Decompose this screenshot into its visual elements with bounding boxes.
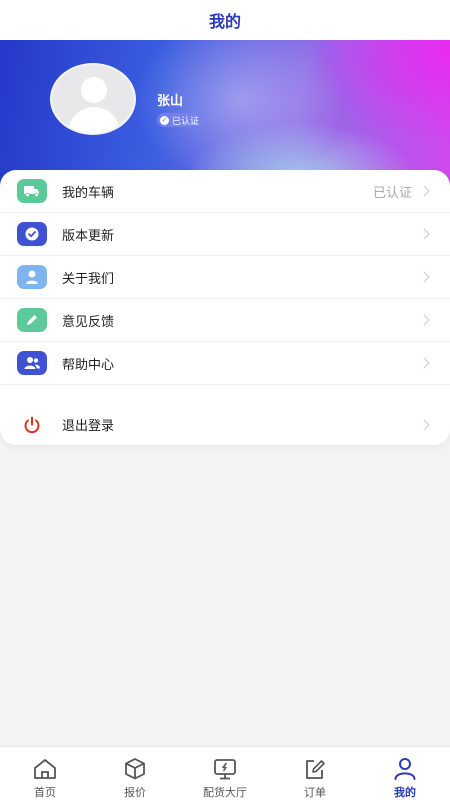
pencil-icon <box>17 308 47 332</box>
check-circle-icon <box>17 222 47 246</box>
chevron-right-icon <box>418 314 430 326</box>
nav-label: 报价 <box>124 786 146 799</box>
person-icon <box>392 756 418 782</box>
edit-icon <box>302 756 328 782</box>
logout-button[interactable]: 退出登录 <box>0 403 450 446</box>
menu-item-label: 关于我们 <box>62 271 115 287</box>
nav-cargo-hall[interactable]: 配货大厅 <box>180 747 270 800</box>
avatar-body-shape <box>68 107 120 133</box>
avatar[interactable] <box>50 63 136 135</box>
chevron-right-icon <box>418 271 430 283</box>
chevron-right-icon <box>418 185 430 197</box>
user-name: 张山 <box>157 94 184 109</box>
home-icon <box>32 756 58 782</box>
chevron-right-icon <box>418 357 430 369</box>
users-icon <box>17 351 47 375</box>
verified-badge-label: 已认证 <box>172 116 200 127</box>
nav-mine[interactable]: 我的 <box>360 747 450 800</box>
bottom-nav: 首页 报价 配货大厅 订单 我的 <box>0 746 450 800</box>
verified-badge: ✓ 已认证 <box>157 113 206 127</box>
user-icon <box>17 265 47 289</box>
power-icon <box>17 413 47 437</box>
nav-home[interactable]: 首页 <box>0 747 90 800</box>
chevron-right-icon <box>418 228 430 240</box>
menu-item-help-center[interactable]: 帮助中心 <box>0 342 450 385</box>
menu-card: 我的车辆 已认证 版本更新 关于我们 意见反馈 帮助中心 退出登录 <box>0 170 450 445</box>
box-icon <box>122 756 148 782</box>
nav-quote[interactable]: 报价 <box>90 747 180 800</box>
nav-label: 首页 <box>34 786 56 799</box>
nav-label: 配货大厅 <box>203 786 247 799</box>
menu-item-feedback[interactable]: 意见反馈 <box>0 299 450 342</box>
truck-icon <box>17 179 47 203</box>
menu-item-version-update[interactable]: 版本更新 <box>0 213 450 256</box>
vehicle-status: 已认证 <box>372 185 412 201</box>
menu-item-label: 帮助中心 <box>62 357 115 373</box>
menu-item-about-us[interactable]: 关于我们 <box>0 256 450 299</box>
monitor-icon <box>212 756 238 782</box>
check-icon: ✓ <box>160 115 169 125</box>
chevron-right-icon <box>418 418 430 431</box>
nav-orders[interactable]: 订单 <box>270 747 360 800</box>
page-title: 我的 <box>208 12 241 31</box>
menu-item-label: 我的车辆 <box>62 185 115 201</box>
menu-item-label: 意见反馈 <box>62 314 115 330</box>
nav-label: 订单 <box>304 786 326 799</box>
nav-label: 我的 <box>394 786 416 799</box>
menu-item-label: 版本更新 <box>62 228 115 244</box>
menu-item-my-vehicles[interactable]: 我的车辆 已认证 <box>0 170 450 213</box>
top-bar: 我的 <box>0 0 450 40</box>
logout-label: 退出登录 <box>62 419 115 434</box>
avatar-head-shape <box>81 77 107 103</box>
